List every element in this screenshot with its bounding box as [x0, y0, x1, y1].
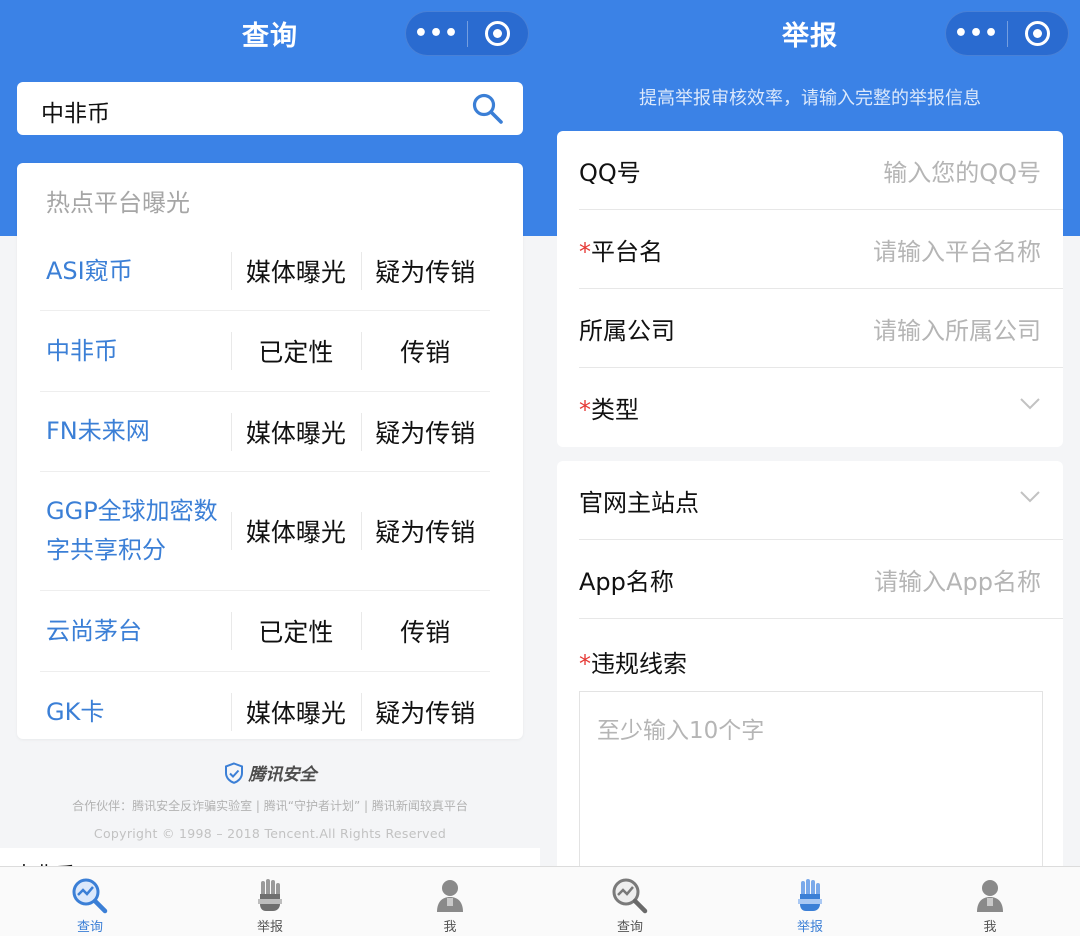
tab-me[interactable]: 我 — [360, 867, 540, 936]
tab-label: 查询 — [76, 920, 103, 935]
report-screen: 举报 ••• 提高举报审核效率，请输入完整的举报信息 QQ号 输入您的QQ号 *… — [540, 0, 1080, 936]
person-icon — [977, 880, 1003, 912]
close-miniprogram-button[interactable] — [468, 12, 528, 55]
list-item[interactable]: 中非币 已定性 传销 — [40, 311, 490, 392]
violation-clue-label: *违规线索 — [579, 650, 687, 678]
report-form-card-basic: QQ号 输入您的QQ号 *平台名 请输入平台名称 所属公司 请输入所属公司 *类… — [557, 131, 1063, 447]
company-field[interactable]: 所属公司 请输入所属公司 — [579, 289, 1063, 368]
exposure-status: 媒体曝光 — [231, 512, 360, 550]
page-subtitle: 提高举报审核效率，请输入完整的举报信息 — [639, 88, 981, 109]
tab-query[interactable]: 查询 — [0, 867, 180, 936]
hot-platform-list: ASI窥币 媒体曝光 疑为传销 中非币 已定性 传销 FN未来网 媒体曝光 疑为… — [40, 232, 490, 739]
tab-label: 举报 — [796, 920, 823, 935]
list-item[interactable]: FN未来网 媒体曝光 疑为传销 — [40, 392, 490, 472]
miniprogram-capsule: ••• — [945, 11, 1069, 56]
platform-name[interactable]: ASI窥币 — [40, 252, 231, 291]
tab-label: 我 — [983, 920, 997, 935]
brand-footer: 腾讯安全 — [0, 760, 540, 789]
list-item[interactable]: GGP全球加密数字共享积分 媒体曝光 疑为传销 — [40, 472, 490, 591]
brand-name: 腾讯安全 — [248, 765, 317, 785]
platform-name[interactable]: 中非币 — [40, 332, 231, 371]
qq-number-input[interactable]: 输入您的QQ号 — [883, 153, 1041, 188]
hot-platform-title: 热点平台曝光 — [46, 189, 190, 217]
field-label: 所属公司 — [579, 317, 675, 345]
type-select[interactable]: *类型 — [579, 368, 1063, 447]
platform-name[interactable]: FN未来网 — [40, 412, 231, 451]
more-menu-button[interactable]: ••• — [946, 12, 1007, 55]
target-close-icon — [1025, 21, 1051, 46]
hand-report-icon — [798, 879, 822, 911]
platform-classification: 传销 — [360, 332, 490, 370]
field-label: *类型 — [579, 396, 639, 424]
tab-label: 我 — [443, 920, 457, 935]
platform-name-input[interactable]: 请输入平台名称 — [873, 232, 1041, 267]
textarea-placeholder: 至少输入10个字 — [597, 718, 765, 744]
field-label: *平台名 — [579, 238, 663, 266]
violation-clue-textarea[interactable]: 至少输入10个字 — [579, 691, 1043, 881]
tab-report[interactable]: 举报 — [180, 867, 360, 936]
search-chart-icon — [72, 878, 108, 914]
platform-classification: 疑为传销 — [360, 412, 490, 451]
exposure-status: 媒体曝光 — [231, 252, 360, 290]
person-icon — [437, 880, 463, 912]
company-input[interactable]: 请输入所属公司 — [873, 311, 1041, 346]
search-chart-icon — [612, 878, 648, 914]
platform-name[interactable]: 云尚茅台 — [40, 612, 231, 651]
target-close-icon — [485, 21, 511, 46]
partners-text: 合作伙伴：腾讯安全反诈骗实验室 | 腾讯“守护者计划” | 腾讯新闻较真平台 — [72, 799, 468, 813]
platform-name[interactable]: GGP全球加密数字共享积分 — [40, 492, 231, 570]
query-screen: 查询 ••• 中非币 热点平台曝光 ASI窥币 媒体曝光 疑为传销 中非币 已定… — [0, 0, 540, 936]
platform-name[interactable]: GK卡 — [40, 693, 231, 732]
exposure-status: 已定性 — [231, 612, 360, 650]
chevron-down-icon[interactable] — [1019, 490, 1041, 504]
tab-label: 查询 — [616, 920, 643, 935]
tab-me[interactable]: 我 — [900, 867, 1080, 936]
field-label: App名称 — [579, 568, 674, 596]
search-input[interactable]: 中非币 — [41, 94, 110, 128]
qq-number-field[interactable]: QQ号 输入您的QQ号 — [579, 131, 1063, 210]
copyright-text: Copyright © 1998 – 2018 Tencent.All Righ… — [93, 826, 447, 841]
exposure-status: 已定性 — [231, 332, 360, 370]
report-form-card-details: 官网主站点 App名称 请输入App名称 *违规线索 至少输入10个字 — [557, 461, 1063, 881]
exposure-status: 媒体曝光 — [231, 693, 360, 731]
tab-report[interactable]: 举报 — [720, 867, 900, 936]
miniprogram-capsule: ••• — [405, 11, 529, 56]
platform-classification: 疑为传销 — [360, 512, 490, 550]
platform-classification: 传销 — [360, 612, 490, 650]
field-label: 官网主站点 — [579, 489, 699, 517]
app-name-field[interactable]: App名称 请输入App名称 — [579, 540, 1063, 619]
close-miniprogram-button[interactable] — [1008, 12, 1068, 55]
exposure-status: 媒体曝光 — [231, 412, 360, 451]
list-item[interactable]: GK卡 媒体曝光 疑为传销 — [40, 672, 490, 739]
bottom-tab-bar: 查询 举报 我 — [540, 866, 1080, 936]
tab-label: 举报 — [256, 920, 283, 935]
hot-platform-card: 热点平台曝光 ASI窥币 媒体曝光 疑为传销 中非币 已定性 传销 FN未来网 … — [17, 163, 523, 739]
app-name-input[interactable]: 请输入App名称 — [874, 562, 1041, 597]
tab-query[interactable]: 查询 — [540, 867, 720, 936]
search-icon[interactable] — [471, 92, 505, 126]
scrolled-content-peek: 中非币 — [0, 848, 540, 868]
platform-name-field[interactable]: *平台名 请输入平台名称 — [579, 210, 1063, 289]
hand-report-icon — [258, 879, 282, 911]
list-item[interactable]: ASI窥币 媒体曝光 疑为传销 — [40, 232, 490, 311]
platform-classification: 疑为传销 — [360, 252, 490, 290]
more-menu-button[interactable]: ••• — [406, 12, 467, 55]
search-bar[interactable]: 中非币 — [17, 82, 523, 135]
field-label: QQ号 — [579, 159, 641, 187]
chevron-down-icon[interactable] — [1019, 397, 1041, 411]
platform-classification: 疑为传销 — [360, 693, 490, 731]
official-site-select[interactable]: 官网主站点 — [579, 461, 1063, 540]
list-item[interactable]: 云尚茅台 已定性 传销 — [40, 591, 490, 672]
bottom-tab-bar: 查询 举报 我 — [0, 866, 540, 936]
shield-icon — [224, 761, 243, 784]
